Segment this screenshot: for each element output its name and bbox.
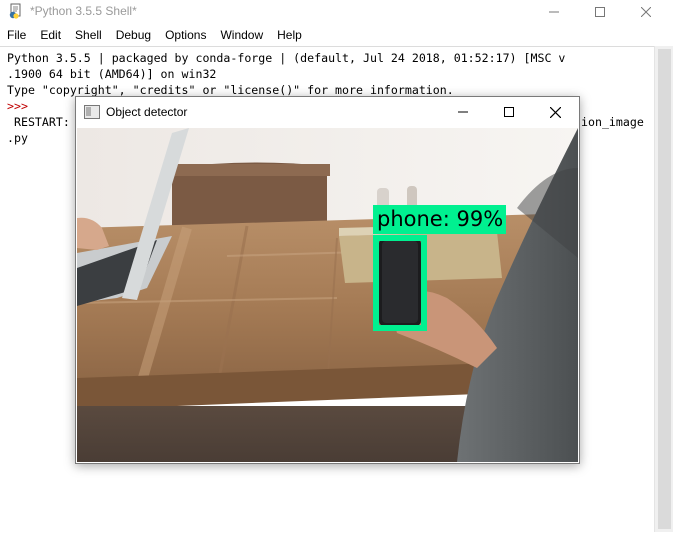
shell-maximize-button[interactable] <box>577 0 623 24</box>
detector-close-button[interactable] <box>532 97 578 127</box>
shell-close-button[interactable] <box>623 0 669 24</box>
window-icon <box>84 105 100 119</box>
shell-prompt: >>> <box>7 99 28 113</box>
shell-output-line: .1900 64 bit (AMD64)] on win32 <box>7 67 217 81</box>
detection-bounding-box <box>373 235 427 331</box>
shell-titlebar[interactable]: *Python 3.5.5 Shell* <box>0 0 673 24</box>
shell-output-line: Python 3.5.5 | packaged by conda-forge |… <box>7 51 566 65</box>
maximize-icon <box>595 7 605 17</box>
menu-edit[interactable]: Edit <box>33 26 68 46</box>
shell-scrollbar-thumb[interactable] <box>658 49 671 529</box>
maximize-icon <box>504 107 514 117</box>
python-idle-icon <box>9 3 21 19</box>
detector-maximize-button[interactable] <box>486 97 532 127</box>
desk-photo <box>77 128 578 462</box>
close-icon <box>549 106 561 118</box>
menu-window[interactable]: Window <box>213 26 270 46</box>
shell-restart-line: RESTART: <box>7 115 70 129</box>
minimize-icon <box>549 11 559 13</box>
shell-restart-line-tail: ion_image <box>581 115 644 129</box>
menu-help[interactable]: Help <box>270 26 309 46</box>
shell-window-title: *Python 3.5.5 Shell* <box>30 4 137 18</box>
menu-options[interactable]: Options <box>158 26 213 46</box>
detector-minimize-button[interactable] <box>440 97 486 127</box>
shell-minimize-button[interactable] <box>531 0 577 24</box>
menu-file[interactable]: File <box>0 26 33 46</box>
detection-image: phone: 99% <box>77 128 578 462</box>
menu-shell[interactable]: Shell <box>68 26 109 46</box>
detector-titlebar[interactable]: Object detector <box>76 97 579 127</box>
shell-restart-line-continuation: .py <box>7 131 28 145</box>
close-icon <box>641 7 651 17</box>
shell-menubar: File Edit Shell Debug Options Window Hel… <box>0 26 673 46</box>
menu-debug[interactable]: Debug <box>109 26 158 46</box>
minimize-icon <box>458 111 468 113</box>
detection-label: phone: 99% <box>373 205 507 234</box>
shell-vertical-scrollbar[interactable] <box>654 46 673 532</box>
object-detector-window: Object detector phone: 99% <box>75 96 580 464</box>
detector-window-title: Object detector <box>106 105 188 119</box>
